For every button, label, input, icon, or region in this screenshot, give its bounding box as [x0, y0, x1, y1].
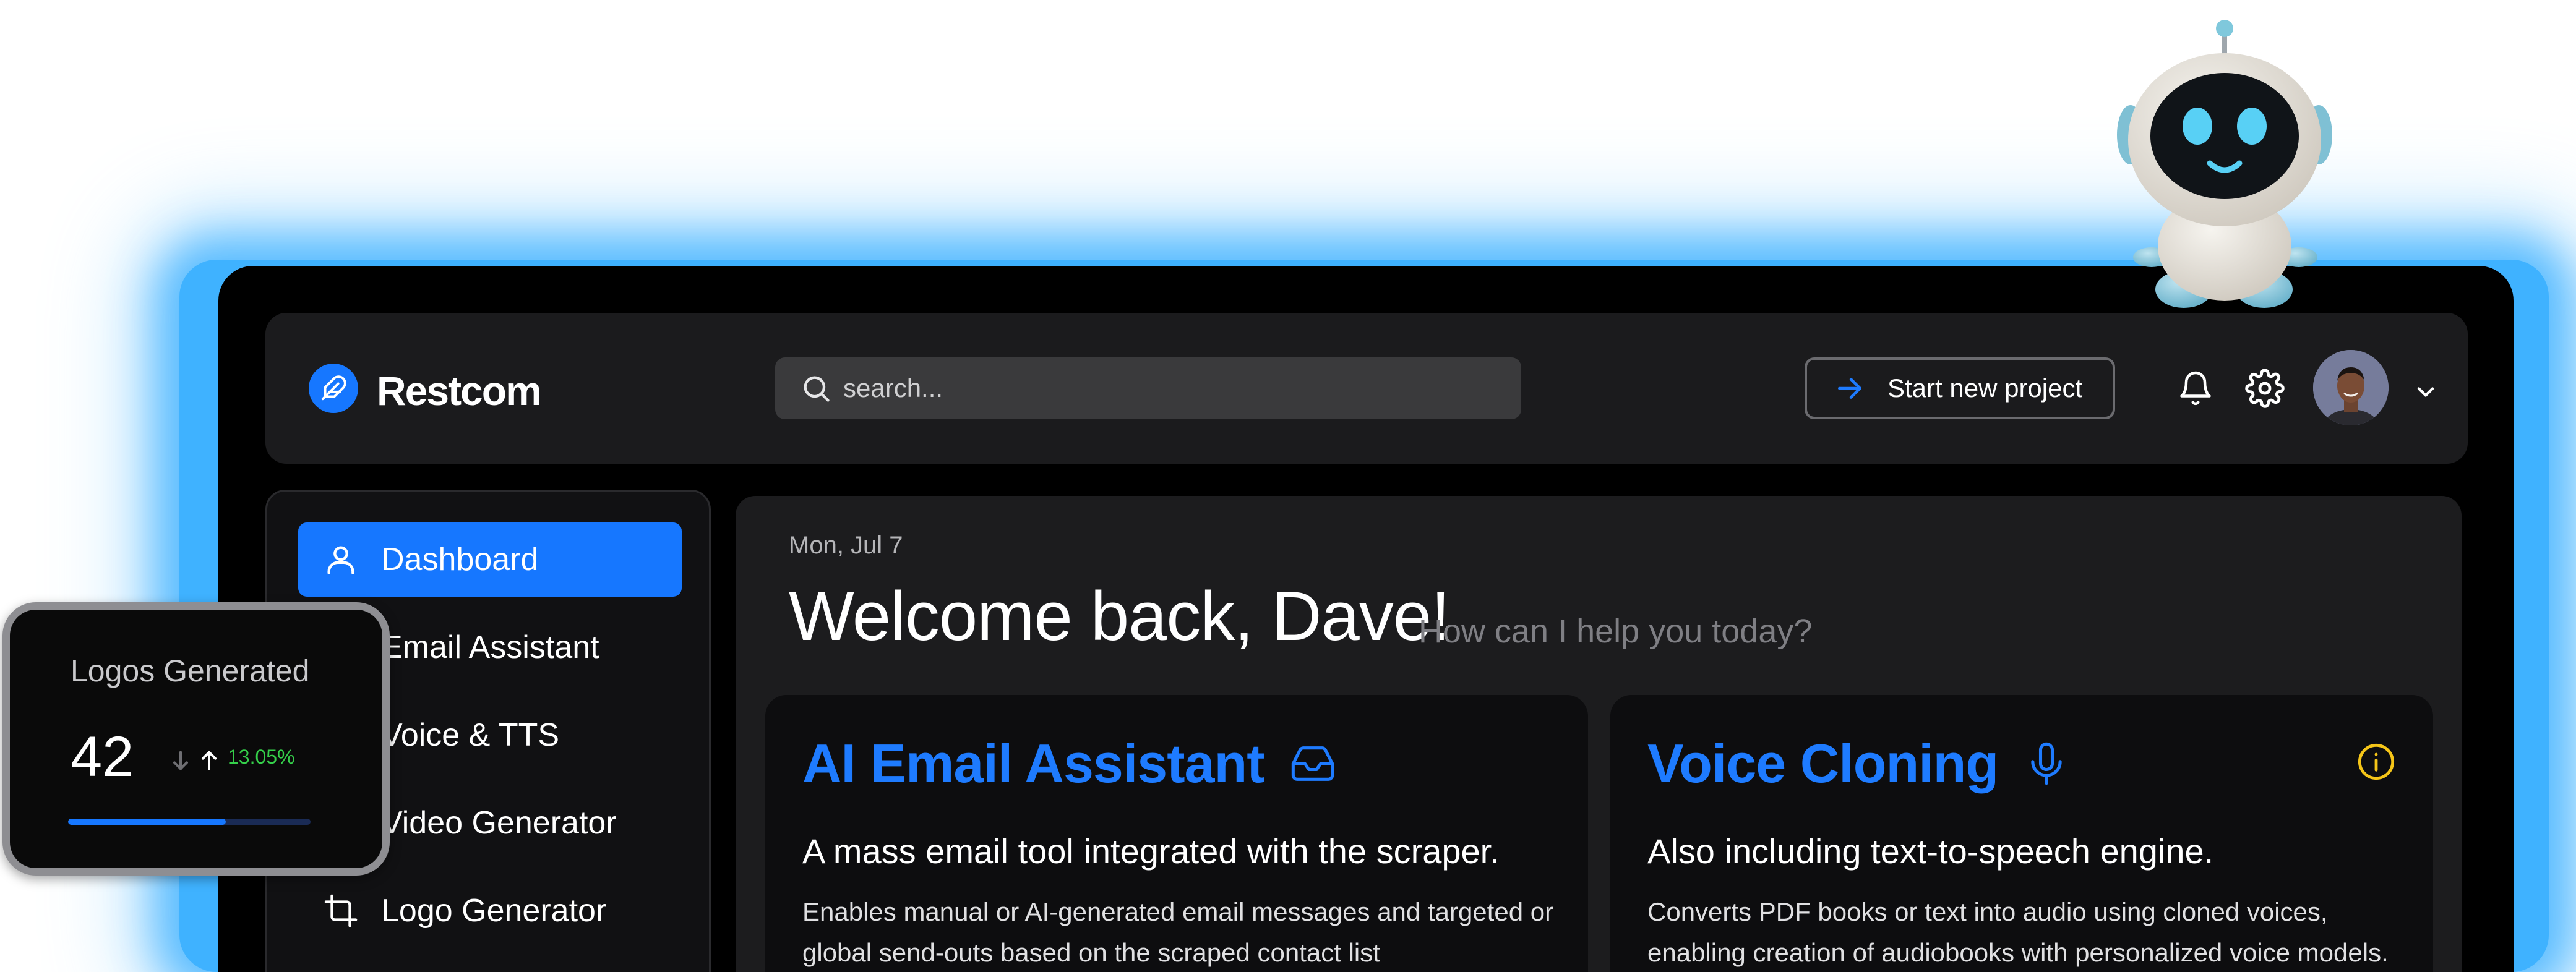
inbox-icon — [1289, 740, 1336, 787]
card-title: AI Email Assistant — [802, 732, 1336, 795]
card-title-text: Voice Cloning — [1647, 733, 1999, 794]
bell-icon[interactable] — [2177, 370, 2214, 410]
help-prompt: How can I help you today? — [1419, 613, 1813, 650]
sidebar-item-dashboard[interactable]: Dashboard — [298, 522, 682, 597]
brand-name: Restcom — [377, 368, 542, 414]
robot-mascot-icon — [2117, 20, 2332, 308]
chevron-down-icon[interactable] — [2412, 378, 2439, 409]
sidebar-item-label: Logo Generator — [381, 893, 607, 929]
search-input[interactable] — [843, 357, 1499, 419]
stat-change: 13.05% — [228, 746, 295, 768]
brand-logo-icon — [309, 364, 358, 413]
start-new-project-label: Start new project — [1887, 373, 2083, 403]
mic-icon — [2023, 740, 2070, 787]
sidebar-item-logo-generator[interactable]: Logo Generator — [298, 874, 682, 948]
stat-progress-bar — [68, 819, 311, 825]
info-icon[interactable] — [2356, 742, 2396, 785]
top-header: Restcom Start new project — [265, 313, 2468, 464]
sidebar-item-label: Video Generator — [381, 805, 617, 841]
card-title-text: AI Email Assistant — [802, 733, 1265, 794]
card-description: Converts PDF books or text into audio us… — [1647, 897, 2389, 967]
crop-icon — [323, 893, 366, 929]
user-icon — [323, 542, 366, 578]
stat-label: Logos Generated — [71, 654, 310, 688]
start-new-project-button[interactable]: Start new project — [1805, 357, 2115, 419]
arrow-right-icon — [1834, 373, 1865, 404]
card-ai-email-assistant[interactable]: AI Email Assistant A mass email tool int… — [765, 695, 1588, 972]
welcome-heading: Welcome back, Dave! — [789, 578, 1450, 655]
avatar[interactable] — [2313, 350, 2389, 425]
card-subtitle: Also including text-to-speech engine. — [1647, 832, 2214, 871]
current-date: Mon, Jul 7 — [789, 532, 903, 559]
trend-arrows-icon — [168, 747, 221, 774]
stat-value: 42 — [71, 725, 134, 788]
card-subtitle: A mass email tool integrated with the sc… — [802, 832, 1500, 871]
search-bar[interactable] — [775, 357, 1521, 419]
sidebar-item-label: Email Assistant — [381, 629, 599, 665]
sidebar-item-label: Voice & TTS — [381, 717, 560, 753]
sidebar-item-label: Dashboard — [381, 542, 539, 578]
main-panel: Mon, Jul 7 Welcome back, Dave! How can I… — [736, 496, 2462, 972]
card-description: Enables manual or AI-generated email mes… — [802, 897, 1554, 967]
card-voice-cloning[interactable]: Voice Cloning Also including text-to-spe… — [1610, 695, 2433, 972]
stat-progress-fill — [68, 819, 226, 825]
logos-generated-widget: Logos Generated 42 13.05% — [2, 602, 390, 876]
search-icon — [800, 372, 832, 407]
app-window: Restcom Start new project — [218, 266, 2514, 972]
gear-icon[interactable] — [2245, 369, 2285, 411]
card-title: Voice Cloning — [1647, 732, 2070, 795]
